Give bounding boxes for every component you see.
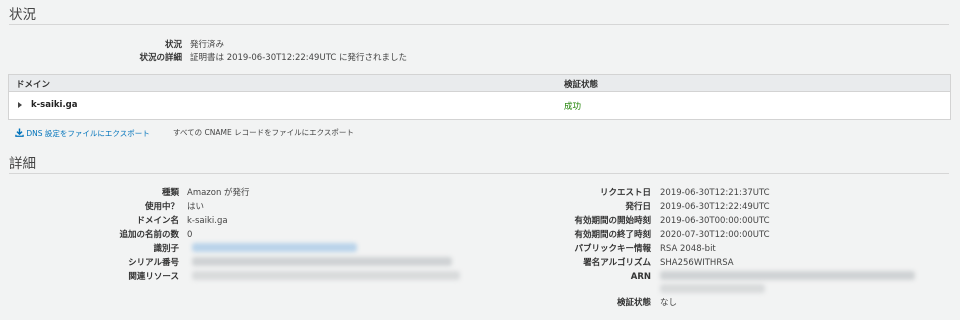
expand-arrow-icon[interactable] xyxy=(18,102,22,108)
detail-label: シリアル番号 xyxy=(128,258,179,268)
detail-label: 発行日 xyxy=(625,202,651,212)
detail-label: ARN xyxy=(630,272,651,282)
detail-label: 有効期間の開始時刻 xyxy=(574,216,651,226)
detail-row-domain-name: ドメイン名 k-saiki.ga xyxy=(0,216,228,226)
detail-label: ドメイン名 xyxy=(136,216,179,226)
detail-value: 2020-07-30T12:00:00UTC xyxy=(660,230,770,240)
export-dns-row[interactable]: DNS 設定をファイルにエクスポート xyxy=(15,128,150,140)
detail-label: 使用中？ xyxy=(144,202,179,212)
detail-row-signature-algorithm: 署名アルゴリズム SHA256WITHRSA xyxy=(560,258,734,268)
export-dns-link[interactable]: DNS 設定をファイルにエクスポート xyxy=(26,129,149,138)
detail-row-type: 種類 Amazon が発行 xyxy=(0,188,250,198)
detail-row-valid-from: 有効期間の開始時刻 2019-06-30T00:00:00UTC xyxy=(560,216,770,226)
detail-label: 関連リソース xyxy=(128,272,179,282)
detail-label: 検証状態 xyxy=(616,298,651,308)
detail-row-in-use: 使用中？ はい xyxy=(0,202,204,212)
column-header-validation: 検証状態 xyxy=(564,80,599,90)
status-detail-row: 状況の詳細 証明書は 2019-06-30T12:22:49UTC に発行されま… xyxy=(0,53,407,63)
detail-value: 0 xyxy=(187,230,193,240)
detail-row-serial: シリアル番号 xyxy=(0,258,179,268)
status-row: 状況 発行済み xyxy=(0,40,224,50)
detail-row-validation-status: 検証状態 なし xyxy=(560,298,677,308)
status-heading: 状況 xyxy=(9,7,36,23)
detail-label: パブリックキー情報 xyxy=(574,244,651,254)
domain-table: ドメイン 検証状態 k-saiki.ga 成功 xyxy=(8,74,951,120)
detail-row-arn: ARN xyxy=(560,272,651,282)
detail-value: 2019-06-30T12:22:49UTC xyxy=(660,202,770,212)
validation-status-cell: 成功 xyxy=(564,102,582,112)
table-header: ドメイン 検証状態 xyxy=(9,75,950,92)
status-label: 状況 xyxy=(164,40,182,50)
domain-name-cell: k-saiki.ga xyxy=(31,100,78,110)
detail-value: なし xyxy=(660,298,678,308)
table-row[interactable]: k-saiki.ga 成功 xyxy=(9,91,950,119)
detail-row-identifier: 識別子 xyxy=(0,244,179,254)
status-value: 発行済み xyxy=(190,40,225,50)
detail-row-additional-names: 追加の名前の数 0 xyxy=(0,230,192,240)
download-icon xyxy=(15,128,24,140)
detail-label: 識別子 xyxy=(153,244,179,254)
identifier-redacted xyxy=(192,243,357,252)
detail-label: 種類 xyxy=(161,188,179,198)
arn-redacted-line1 xyxy=(660,271,915,280)
detail-row-valid-until: 有効期間の終了時刻 2020-07-30T12:00:00UTC xyxy=(560,230,770,240)
detail-label: リクエスト日 xyxy=(599,188,651,198)
detail-label: 有効期間の終了時刻 xyxy=(574,230,651,240)
status-divider xyxy=(9,24,949,25)
serial-redacted xyxy=(192,257,452,266)
arn-redacted-line2 xyxy=(660,284,765,293)
status-detail-label: 状況の詳細 xyxy=(139,53,182,63)
detail-value: 2019-06-30T12:21:37UTC xyxy=(660,188,770,198)
detail-row-public-key: パブリックキー情報 RSA 2048-bit xyxy=(560,244,716,254)
detail-label: 追加の名前の数 xyxy=(119,230,179,240)
export-cname-link[interactable]: すべての CNAME レコードをファイルにエクスポート xyxy=(173,128,354,138)
details-heading: 詳細 xyxy=(9,156,36,172)
detail-value: k-saiki.ga xyxy=(187,216,228,226)
detail-value: Amazon が発行 xyxy=(187,188,250,198)
detail-row-related-resources: 関連リソース xyxy=(0,272,179,282)
detail-row-request-date: リクエスト日 2019-06-30T12:21:37UTC xyxy=(560,188,770,198)
details-divider xyxy=(9,173,949,174)
detail-value: SHA256WITHRSA xyxy=(660,258,734,268)
detail-row-issue-date: 発行日 2019-06-30T12:22:49UTC xyxy=(560,202,770,212)
status-detail-value: 証明書は 2019-06-30T12:22:49UTC に発行されました xyxy=(190,53,408,63)
detail-label: 署名アルゴリズム xyxy=(583,258,651,268)
detail-value: RSA 2048-bit xyxy=(660,244,716,254)
detail-value: 2019-06-30T00:00:00UTC xyxy=(660,216,770,226)
detail-value: はい xyxy=(187,202,205,212)
related-resources-redacted xyxy=(192,271,460,280)
column-header-domain: ドメイン xyxy=(16,80,51,90)
